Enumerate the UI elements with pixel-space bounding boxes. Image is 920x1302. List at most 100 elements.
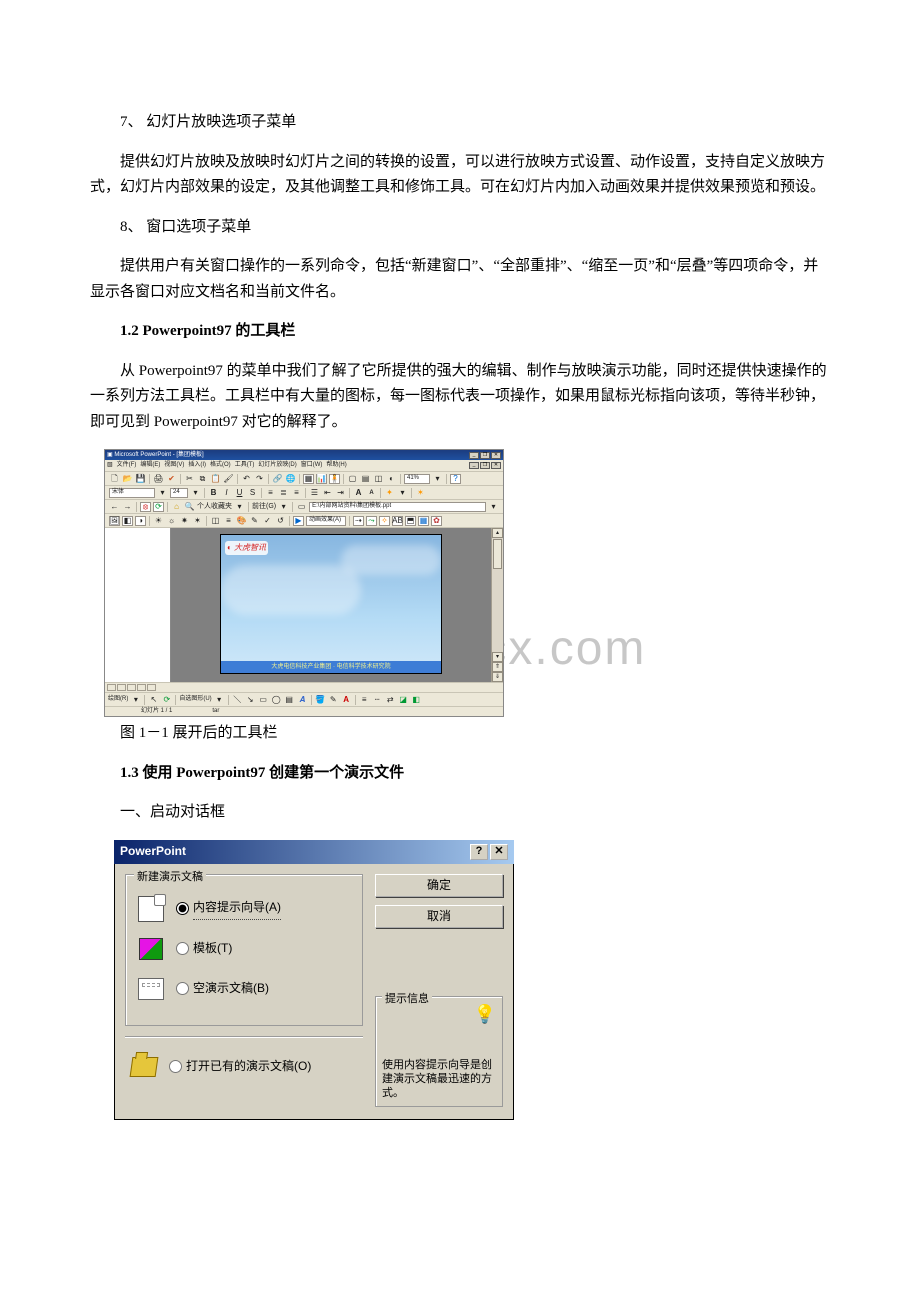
- sorter-view-icon[interactable]: [137, 684, 146, 691]
- anim-order-icon[interactable]: ✿: [431, 516, 442, 526]
- oval-icon[interactable]: ◯: [271, 695, 282, 705]
- open-icon[interactable]: 📂: [122, 474, 133, 484]
- animation-effects-icon[interactable]: ✦: [384, 488, 395, 498]
- menu-file[interactable]: 文件(F): [117, 460, 137, 470]
- anim-4-icon[interactable]: AB: [392, 516, 403, 526]
- cut-icon[interactable]: ✂: [184, 474, 195, 484]
- font-size-dropdown-icon[interactable]: ▾: [190, 488, 201, 498]
- undo-icon[interactable]: ↶: [241, 474, 252, 484]
- anim-field[interactable]: 动画效果(A): [306, 516, 346, 526]
- textbox-icon[interactable]: ▤: [284, 695, 295, 705]
- promote-icon[interactable]: ⇤: [322, 488, 333, 498]
- format-painter-icon[interactable]: 🖌: [223, 474, 234, 484]
- font-name-field[interactable]: 宋体: [109, 488, 155, 498]
- menu-tools[interactable]: 工具(T): [235, 460, 255, 470]
- draw-dropdown-icon[interactable]: ▾: [130, 695, 141, 705]
- anim-1-icon[interactable]: ⇢: [353, 516, 364, 526]
- doc-restore-icon[interactable]: ❐: [480, 462, 490, 469]
- slide-view-icon[interactable]: [127, 684, 136, 691]
- anim-3-icon[interactable]: ✧: [379, 516, 390, 526]
- radio-wizard[interactable]: [176, 902, 189, 915]
- anim-5-icon[interactable]: ⬒: [405, 516, 416, 526]
- menu-insert[interactable]: 插入(I): [188, 460, 206, 470]
- animation-dropdown-icon[interactable]: ▾: [397, 488, 408, 498]
- radio-blank[interactable]: [176, 982, 189, 995]
- font-name-dropdown-icon[interactable]: ▾: [157, 488, 168, 498]
- goto-dropdown-icon[interactable]: ▾: [278, 502, 289, 512]
- close-icon[interactable]: ✕: [491, 452, 501, 459]
- refresh-icon[interactable]: ⟳: [153, 502, 164, 512]
- increase-font-icon[interactable]: A: [353, 488, 364, 498]
- zoom-dropdown-icon[interactable]: ▾: [432, 474, 443, 484]
- rect-icon[interactable]: ▭: [258, 695, 269, 705]
- transparent-icon[interactable]: ✓: [262, 516, 273, 526]
- underline-icon[interactable]: U: [234, 488, 245, 498]
- option-open-row[interactable]: 打开已有的演示文稿(O): [125, 1045, 363, 1089]
- select-icon[interactable]: ↖: [148, 695, 159, 705]
- shadow-icon[interactable]: S: [247, 488, 258, 498]
- stop-icon[interactable]: ⦻: [140, 502, 151, 512]
- copy-icon[interactable]: ⧉: [197, 474, 208, 484]
- bright-down-icon[interactable]: ✶: [192, 516, 203, 526]
- insert-table-icon[interactable]: ▦: [303, 474, 314, 484]
- radio-open-existing[interactable]: [169, 1060, 182, 1073]
- dialog-help-icon[interactable]: ?: [470, 844, 488, 860]
- cancel-button[interactable]: 取消: [375, 905, 503, 928]
- crop-icon[interactable]: ◫: [210, 516, 221, 526]
- line-style-icon[interactable]: ≡: [223, 516, 234, 526]
- minimize-icon[interactable]: _: [469, 452, 479, 459]
- address-field[interactable]: E:\内部网站资料\集团模板.ppt: [309, 502, 486, 512]
- option-template-row[interactable]: 模板(T): [136, 929, 352, 969]
- menu-window[interactable]: 窗口(W): [301, 460, 323, 470]
- line-icon[interactable]: ＼: [232, 695, 243, 705]
- home-icon[interactable]: ⌂: [171, 502, 182, 512]
- common-tasks-icon[interactable]: ✶: [415, 488, 426, 498]
- align-center-icon[interactable]: ≣: [278, 488, 289, 498]
- autoshapes-menu[interactable]: 自选图形(U): [179, 694, 211, 704]
- anim-2-icon[interactable]: ⤳: [366, 516, 377, 526]
- save-icon[interactable]: 💾: [135, 474, 146, 484]
- radio-template[interactable]: [176, 942, 189, 955]
- font-size-field[interactable]: 24: [170, 488, 188, 498]
- spellcheck-icon[interactable]: ✔: [166, 474, 177, 484]
- align-left-icon[interactable]: ≡: [265, 488, 276, 498]
- address-dropdown-icon[interactable]: ▾: [488, 502, 499, 512]
- option-wizard-row[interactable]: 内容提示向导(A): [136, 889, 352, 929]
- 3d-icon[interactable]: ◧: [411, 695, 422, 705]
- doc-minimize-icon[interactable]: _: [469, 462, 479, 469]
- show-only-web-icon[interactable]: ▭: [296, 502, 307, 512]
- bullets-icon[interactable]: ☰: [309, 488, 320, 498]
- decrease-font-icon[interactable]: A: [366, 488, 377, 498]
- redo-icon[interactable]: ↷: [254, 474, 265, 484]
- insert-chart-icon[interactable]: 📊: [316, 474, 327, 484]
- ok-button[interactable]: 确定: [375, 874, 503, 897]
- goto-label[interactable]: 前往(G): [252, 501, 276, 513]
- menu-help[interactable]: 帮助(H): [326, 460, 346, 470]
- image-control-icon[interactable]: ◧: [122, 516, 133, 526]
- slideshow-view-icon[interactable]: [147, 684, 156, 691]
- font-color-icon[interactable]: A: [341, 695, 352, 705]
- dash-icon[interactable]: ┄: [372, 695, 383, 705]
- web-toolbar-icon[interactable]: 🌐: [285, 474, 296, 484]
- menu-format[interactable]: 格式(O): [210, 460, 231, 470]
- apply-design-icon[interactable]: ◫: [373, 474, 384, 484]
- doc-close-icon[interactable]: ✕: [491, 462, 501, 469]
- line-color-icon[interactable]: ✎: [328, 695, 339, 705]
- next-slide-icon[interactable]: ⇓: [492, 672, 503, 682]
- recolor-icon[interactable]: 🎨: [236, 516, 247, 526]
- new-slide-icon[interactable]: ▢: [347, 474, 358, 484]
- forward-icon[interactable]: →: [122, 502, 133, 512]
- scroll-thumb[interactable]: [493, 539, 502, 569]
- prev-slide-icon[interactable]: ⇑: [492, 662, 503, 672]
- bright-up-icon[interactable]: ✷: [179, 516, 190, 526]
- format-pic-icon[interactable]: ✎: [249, 516, 260, 526]
- contrast-up-icon[interactable]: ☀: [153, 516, 164, 526]
- outline-view-icon[interactable]: [117, 684, 126, 691]
- hyperlink-icon[interactable]: 🔗: [272, 474, 283, 484]
- paste-icon[interactable]: 📋: [210, 474, 221, 484]
- bw-view-icon[interactable]: ◐: [386, 474, 397, 484]
- arrow-draw-icon[interactable]: ↘: [245, 695, 256, 705]
- align-right-icon[interactable]: ≡: [291, 488, 302, 498]
- menu-edit[interactable]: 编辑(E): [140, 460, 160, 470]
- slide-layout-icon[interactable]: ▤: [360, 474, 371, 484]
